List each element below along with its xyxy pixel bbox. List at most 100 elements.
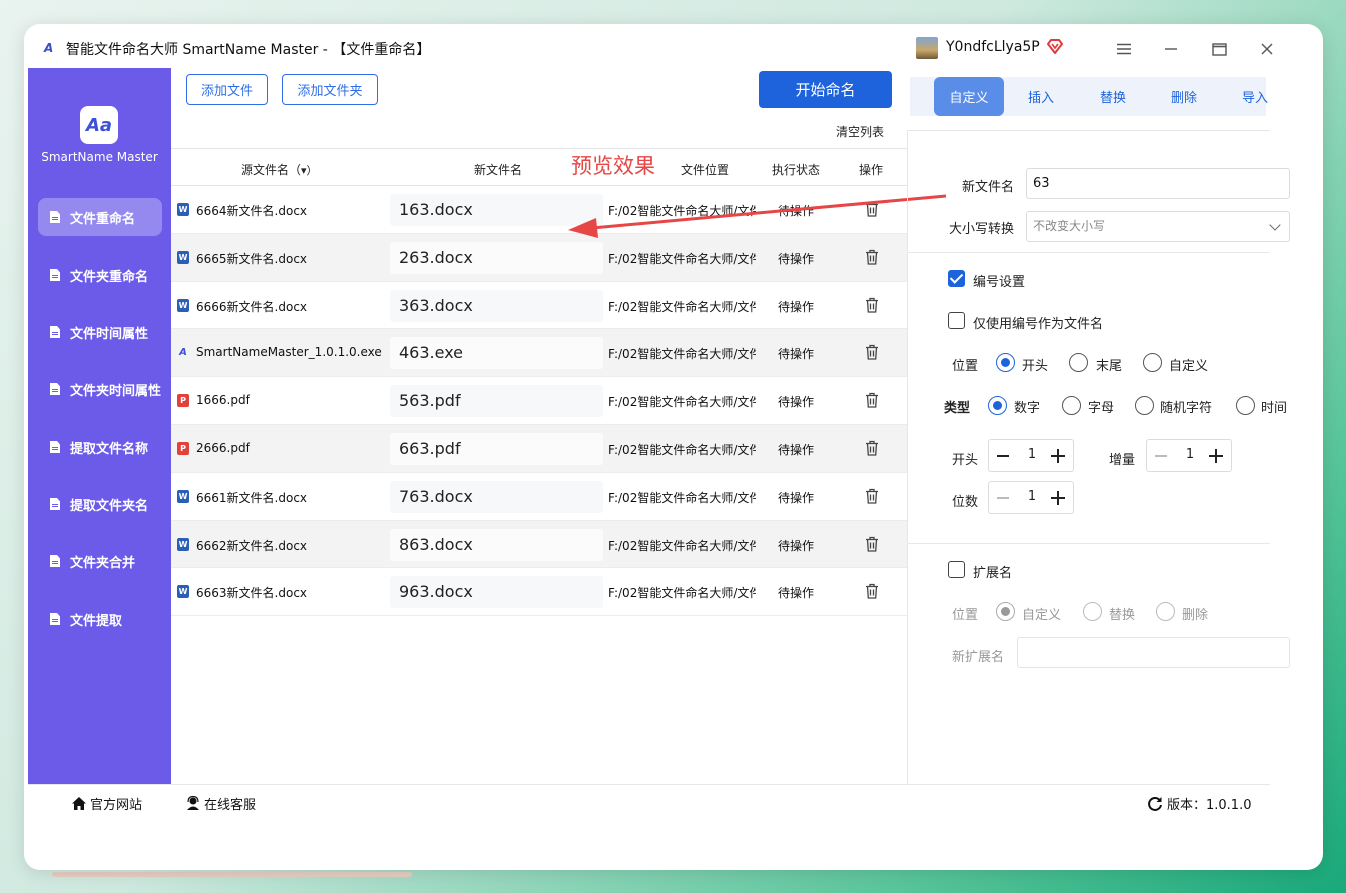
- file-location: F:/02智能文件命名大师/文件: [608, 251, 756, 266]
- pdf-file-icon: P: [177, 441, 189, 455]
- tab-delete[interactable]: 删除: [1149, 77, 1219, 116]
- clear-list-button[interactable]: 清空列表: [836, 123, 884, 140]
- table-header: 源文件名（▾） 新文件名 文件位置 执行状态 操作: [171, 148, 907, 186]
- ext-custom-radio[interactable]: [996, 602, 1015, 621]
- word-file-icon: W: [177, 585, 189, 599]
- minimize-icon[interactable]: [1156, 36, 1186, 62]
- version-label: 版本：1.0.1.0: [1167, 798, 1252, 813]
- table-row[interactable]: A SmartNameMaster_1.0.1.0.exe 463.exe F:/02…: [171, 329, 907, 378]
- table-row[interactable]: W 6661新文件名.docx 763.docx F:/02智能文件命名大师/文件 待操…: [171, 473, 907, 521]
- position-start-radio[interactable]: [996, 353, 1015, 372]
- sidebar-item-label: 提取文件名称: [70, 441, 149, 457]
- case-select[interactable]: 不改变大小写: [1026, 211, 1290, 242]
- word-file-icon: W: [177, 298, 189, 312]
- only-number-checkbox[interactable]: [948, 312, 965, 329]
- ext-position-label: 位置: [952, 608, 979, 623]
- vip-diamond-icon[interactable]: [1044, 36, 1066, 58]
- sidebar-item-extract-foldernames[interactable]: 提取文件夹名: [38, 485, 162, 523]
- trash-icon[interactable]: [865, 583, 879, 600]
- document-icon: [50, 211, 60, 223]
- ext-replace-radio[interactable]: [1083, 602, 1102, 621]
- ext-option-label: 删除: [1182, 608, 1209, 623]
- type-random-radio[interactable]: [1135, 396, 1154, 415]
- file-location: F:/02智能文件命名大师/文件: [608, 538, 756, 553]
- table-row[interactable]: P 2666.pdf 663.pdf F:/02智能文件命名大师/文件 待操作: [171, 424, 907, 473]
- trash-icon[interactable]: [865, 392, 879, 408]
- sidebar: Aa SmartName Master 文件重命名 文件夹重命名 文件时间属性 …: [28, 68, 171, 784]
- sidebar-item-folder-merge[interactable]: 文件夹合并: [38, 542, 162, 580]
- document-icon: [50, 498, 60, 510]
- word-file-icon: W: [177, 250, 189, 264]
- tab-replace[interactable]: 替换: [1078, 77, 1148, 116]
- plus-icon[interactable]: [1209, 449, 1223, 463]
- ext-option-label: 自定义: [1022, 608, 1062, 623]
- numbering-label: 编号设置: [973, 275, 1026, 290]
- type-letter-radio[interactable]: [1062, 396, 1081, 415]
- trash-icon[interactable]: [865, 249, 879, 265]
- maximize-icon[interactable]: [1204, 36, 1234, 62]
- table-row[interactable]: W 6666新文件名.docx 363.docx F:/02智能文件命名大师/文件 待操…: [171, 282, 907, 330]
- type-option-label: 字母: [1088, 401, 1115, 416]
- sidebar-item-file-rename[interactable]: 文件重命名: [38, 198, 162, 236]
- sidebar-item-folder-rename[interactable]: 文件夹重命名: [38, 256, 162, 294]
- document-icon: [50, 555, 60, 567]
- close-icon[interactable]: [1252, 36, 1282, 62]
- status-text: 待操作: [778, 251, 815, 266]
- extension-label: 扩展名: [973, 566, 1013, 581]
- plus-icon[interactable]: [1051, 449, 1065, 463]
- type-number-radio[interactable]: [988, 396, 1007, 415]
- sidebar-item-label: 文件夹时间属性: [70, 383, 162, 399]
- table-row[interactable]: W 6665新文件名.docx 263.docx F:/02智能文件命名大师/文件 待操…: [171, 233, 907, 282]
- tab-insert[interactable]: 插入: [1006, 77, 1076, 116]
- ext-delete-radio[interactable]: [1156, 602, 1175, 621]
- sidebar-item-file-time[interactable]: 文件时间属性: [38, 313, 162, 351]
- trash-icon[interactable]: [865, 297, 879, 313]
- tab-import[interactable]: 导入: [1220, 77, 1290, 116]
- start-rename-button[interactable]: 开始命名: [759, 71, 892, 108]
- word-file-icon: W: [177, 489, 189, 503]
- numbering-checkbox[interactable]: [948, 270, 965, 287]
- status-text: 待操作: [778, 299, 815, 314]
- table-row[interactable]: W 6664新文件名.docx 163.docx F:/02智能文件命名大师/文件 待操…: [171, 186, 907, 234]
- trash-icon[interactable]: [865, 536, 879, 552]
- new-filename-preview: 863.docx: [390, 528, 603, 561]
- new-filename-preview: 563.pdf: [390, 385, 603, 418]
- status-text: 待操作: [778, 347, 815, 362]
- table-row[interactable]: W 6662新文件名.docx 863.docx F:/02智能文件命名大师/文件 待操…: [171, 520, 907, 569]
- trash-icon[interactable]: [865, 488, 879, 504]
- sidebar-item-file-extract[interactable]: 文件提取: [38, 600, 162, 638]
- extension-checkbox[interactable]: [948, 561, 965, 578]
- word-file-icon: W: [177, 537, 189, 551]
- status-text: 待操作: [778, 586, 815, 601]
- add-folder-button[interactable]: 添加文件夹: [282, 74, 378, 105]
- add-file-button[interactable]: 添加文件: [186, 74, 268, 105]
- trash-icon[interactable]: [865, 440, 879, 456]
- sidebar-item-extract-filenames[interactable]: 提取文件名称: [38, 428, 162, 466]
- trash-icon[interactable]: [865, 344, 879, 361]
- start-stepper: 1: [988, 439, 1074, 472]
- username[interactable]: Y0ndfcLlya5P: [946, 39, 1040, 55]
- position-custom-radio[interactable]: [1143, 353, 1162, 372]
- plus-icon[interactable]: [1051, 491, 1065, 505]
- new-name-input[interactable]: 63: [1026, 168, 1290, 199]
- table-row[interactable]: P 1666.pdf 563.pdf F:/02智能文件命名大师/文件 待操作: [171, 377, 907, 425]
- avatar[interactable]: [916, 37, 938, 59]
- position-end-radio[interactable]: [1069, 353, 1088, 372]
- new-name-label: 新文件名: [962, 180, 1015, 195]
- tab-custom[interactable]: 自定义: [934, 77, 1004, 116]
- sidebar-item-label: 文件提取: [70, 613, 123, 629]
- trash-icon[interactable]: [865, 201, 879, 217]
- type-time-radio[interactable]: [1236, 396, 1255, 415]
- sidebar-item-folder-time[interactable]: 文件夹时间属性: [38, 370, 162, 408]
- online-support-link[interactable]: 在线客服: [185, 794, 256, 813]
- exe-file-icon: A: [179, 347, 187, 359]
- header-source[interactable]: 源文件名（▾）: [241, 161, 318, 178]
- official-website-link[interactable]: 官方网站: [71, 794, 142, 813]
- menu-icon[interactable]: [1109, 36, 1139, 62]
- digits-label: 位数: [952, 495, 979, 510]
- refresh-icon[interactable]: [1147, 796, 1163, 812]
- table-row[interactable]: W 6663新文件名.docx 963.docx F:/02智能文件命名大师/文件 待操…: [171, 568, 907, 617]
- new-ext-input[interactable]: [1017, 637, 1290, 668]
- position-option-label: 末尾: [1096, 359, 1123, 374]
- increment-stepper: 1: [1146, 439, 1232, 472]
